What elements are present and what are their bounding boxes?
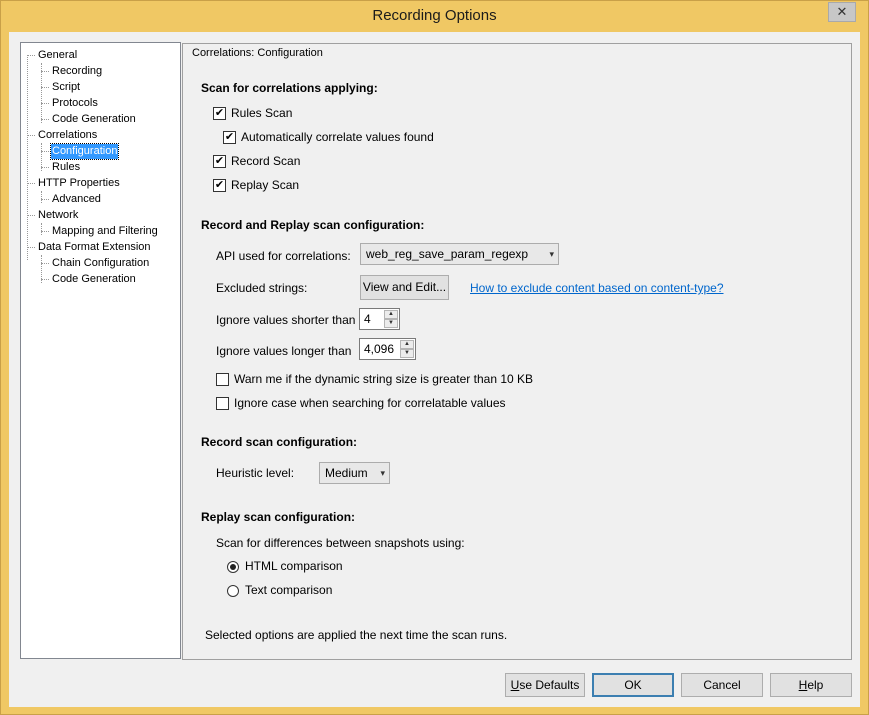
text-comparison-label: Text comparison: [245, 583, 333, 597]
warn-size-label: Warn me if the dynamic string size is gr…: [234, 372, 534, 386]
ignore-case-checkbox[interactable]: [216, 397, 229, 410]
tree-item-general[interactable]: General: [37, 48, 78, 63]
dialog-client-area: General Recording Script Protocols Code …: [9, 32, 860, 707]
tree-item-http-properties[interactable]: HTTP Properties: [37, 176, 121, 191]
use-defaults-mnemonic: U: [510, 678, 520, 692]
close-button[interactable]: ✕: [828, 2, 856, 22]
text-comparison-radio[interactable]: [227, 585, 239, 597]
auto-correlate-checkbox[interactable]: ✔: [223, 131, 236, 144]
chevron-down-icon: ▾: [380, 468, 385, 478]
heuristic-level-select[interactable]: Medium ▾: [319, 462, 390, 484]
tree-item-rules[interactable]: Rules: [51, 160, 81, 175]
record-replay-section-heading: Record and Replay scan configuration:: [201, 218, 425, 232]
spinner-down-button[interactable]: ▼: [384, 319, 398, 328]
ignore-longer-value: 4,096: [364, 342, 395, 356]
heuristic-level-value: Medium: [325, 466, 368, 480]
close-icon: ✕: [836, 4, 848, 19]
check-icon: ✔: [224, 131, 235, 143]
scan-section-heading: Scan for correlations applying:: [201, 81, 378, 95]
api-select[interactable]: web_reg_save_param_regexp ▾: [360, 243, 559, 265]
ignore-shorter-value: 4: [364, 312, 371, 326]
tree-item-network[interactable]: Network: [37, 208, 79, 223]
ok-button[interactable]: OK: [592, 673, 674, 697]
record-scan-label: Record Scan: [231, 154, 301, 168]
html-comparison-radio[interactable]: [227, 561, 239, 573]
spinner-down-button[interactable]: ▼: [400, 349, 414, 358]
help-button[interactable]: Help: [770, 673, 852, 697]
tree-item-configuration[interactable]: Configuration: [49, 143, 120, 160]
spinner-up-button[interactable]: ▲: [400, 340, 414, 349]
heuristic-level-label: Heuristic level:: [216, 466, 295, 480]
cancel-button[interactable]: Cancel: [681, 673, 763, 697]
exclude-content-help-link[interactable]: How to exclude content based on content-…: [470, 281, 724, 295]
spinner-up-button[interactable]: ▲: [384, 310, 398, 319]
use-defaults-label: se Defaults: [519, 678, 580, 692]
ignore-case-label: Ignore case when searching for correlata…: [234, 396, 506, 410]
help-label: elp: [807, 678, 824, 692]
record-scan-section-heading: Record scan configuration:: [201, 435, 358, 449]
rules-scan-checkbox[interactable]: ✔: [213, 107, 226, 120]
check-icon: ✔: [214, 107, 225, 119]
ignore-longer-label: Ignore values longer than: [216, 344, 352, 358]
title-bar: Recording Options ✕: [1, 1, 868, 32]
check-icon: ✔: [214, 179, 225, 191]
tree-item-data-format-extension[interactable]: Data Format Extension: [37, 240, 152, 255]
use-defaults-button[interactable]: Use Defaults: [505, 673, 585, 697]
tree-item-chain-configuration[interactable]: Chain Configuration: [51, 256, 150, 271]
replay-scan-label: Replay Scan: [231, 178, 300, 192]
tree-item-code-generation[interactable]: Code Generation: [51, 112, 137, 127]
view-and-edit-button[interactable]: View and Edit...: [360, 275, 449, 300]
check-icon: ✔: [214, 155, 225, 167]
tree-item-recording[interactable]: Recording: [51, 64, 103, 79]
html-comparison-label: HTML comparison: [245, 559, 343, 573]
ignore-shorter-label: Ignore values shorter than: [216, 313, 356, 327]
scan-differences-label: Scan for differences between snapshots u…: [216, 536, 465, 550]
ignore-shorter-spinner[interactable]: 4 ▲ ▼: [359, 308, 400, 330]
recording-options-dialog: Recording Options ✕ General Recording Sc…: [0, 0, 869, 715]
tree-item-script[interactable]: Script: [51, 80, 81, 95]
ignore-longer-spinner[interactable]: 4,096 ▲ ▼: [359, 338, 416, 360]
radio-selected-dot: [230, 564, 236, 570]
group-title: Correlations: Configuration: [191, 47, 324, 59]
rules-scan-label: Rules Scan: [231, 106, 293, 120]
record-scan-checkbox[interactable]: ✔: [213, 155, 226, 168]
tree-item-correlations[interactable]: Correlations: [37, 128, 98, 143]
tree-item-mapping-and-filtering[interactable]: Mapping and Filtering: [51, 224, 159, 239]
warn-size-checkbox[interactable]: [216, 373, 229, 386]
excluded-strings-label: Excluded strings:: [216, 281, 308, 295]
tree-item-protocols[interactable]: Protocols: [51, 96, 99, 111]
api-label: API used for correlations:: [216, 249, 351, 263]
replay-scan-section-heading: Replay scan configuration:: [201, 510, 356, 524]
correlations-configuration-panel: Correlations: Configuration Scan for cor…: [182, 43, 852, 660]
options-tree[interactable]: General Recording Script Protocols Code …: [20, 42, 181, 659]
api-select-value: web_reg_save_param_regexp: [366, 247, 529, 261]
footer-note: Selected options are applied the next ti…: [205, 628, 508, 642]
chevron-down-icon: ▾: [549, 249, 554, 259]
window-title: Recording Options: [372, 7, 497, 24]
group-box: Correlations: Configuration: [183, 47, 851, 59]
tree-item-code-generation-2[interactable]: Code Generation: [51, 272, 137, 287]
auto-correlate-label: Automatically correlate values found: [241, 130, 434, 144]
replay-scan-checkbox[interactable]: ✔: [213, 179, 226, 192]
tree-item-advanced[interactable]: Advanced: [51, 192, 102, 207]
